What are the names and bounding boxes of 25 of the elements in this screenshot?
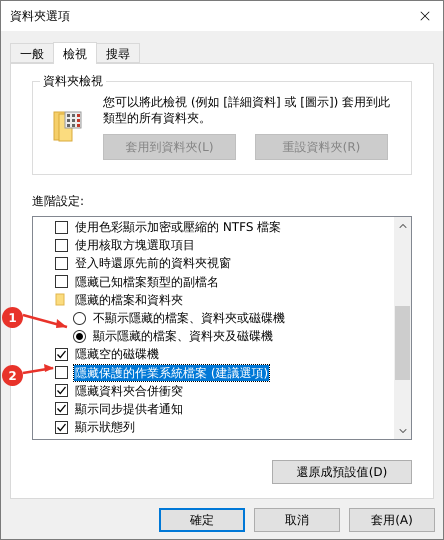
tab[interactable]: 一般 (10, 43, 54, 63)
description-text: 您可以將此檢視 (例如 [詳細資料] 或 [圖示]) 套用到此類型的所有資料夾。 (103, 94, 392, 126)
setting-label[interactable]: 使用核取方塊選取項目 (74, 237, 196, 254)
setting-label[interactable]: 隱藏的檔案和資料夾 (74, 292, 184, 308)
setting-label[interactable]: 顯示同步提供者通知 (74, 400, 184, 417)
dialog-button[interactable]: 確定 (159, 508, 245, 532)
setting-label[interactable]: 顯示隱藏的檔案、資料夾及磁碟機 (92, 328, 274, 344)
window-title: 資料夾選項 (10, 8, 70, 24)
section-label: 進階設定: (32, 193, 84, 210)
group-title: 資料夾檢視 (40, 73, 106, 90)
setting-label[interactable]: 隱藏保護的作業系統檔案 (建議選項) (74, 364, 270, 381)
callout-marker: 1 (2, 307, 23, 328)
callout-marker: 2 (2, 365, 23, 386)
tab[interactable]: 搜尋 (96, 43, 140, 63)
setting-label[interactable]: 顯示狀態列 (74, 419, 136, 436)
setting-label[interactable]: 隱藏已知檔案類型的副檔名 (74, 274, 220, 290)
setting-label[interactable]: 使用色彩顯示加密或壓縮的 NTFS 檔案 (74, 219, 282, 236)
setting-label[interactable]: 隱藏空的磁碟機 (74, 346, 160, 362)
dialog-button[interactable]: 取消 (254, 508, 340, 532)
setting-label[interactable]: 不顯示隱藏的檔案、資料夾或磁碟機 (92, 310, 286, 326)
setting-label[interactable]: 隱藏資料夾合併衝突 (74, 382, 184, 399)
setting-label[interactable]: 登入時還原先前的資料夾視窗 (74, 255, 232, 272)
restore-defaults-button[interactable]: 還原成預設值(D) (272, 460, 412, 484)
tab[interactable]: 檢視 (53, 42, 97, 64)
dialog-button[interactable]: 套用(A) (349, 508, 435, 532)
